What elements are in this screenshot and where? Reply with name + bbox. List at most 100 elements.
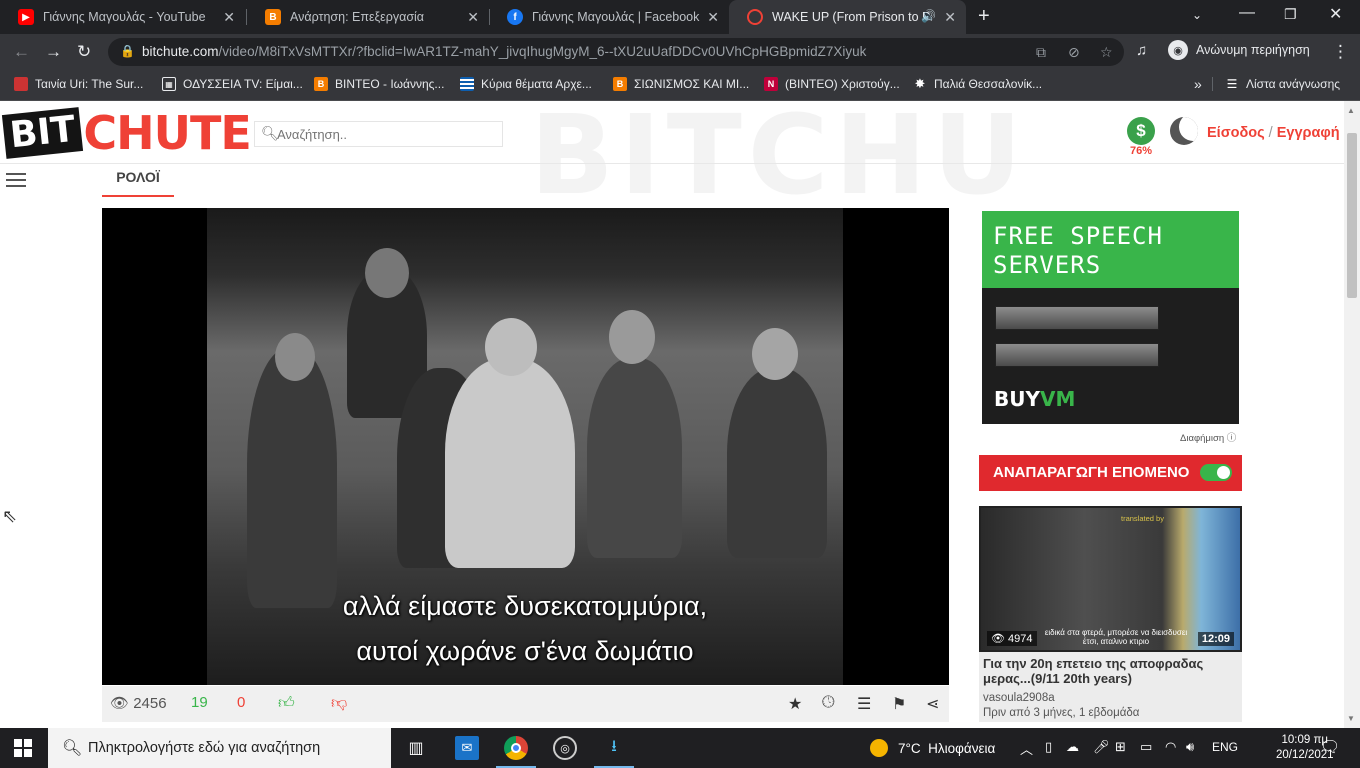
bookmark-item[interactable]: B ΒΙΝΤΕΟ - Ιωάννης... [314,77,444,91]
reload-icon[interactable]: ↻ [77,42,91,62]
bookmark-item[interactable]: B ΣΙΩΝΙΣΜΟΣ ΚΑΙ ΜΙ... [613,77,749,91]
tray-chevron-icon[interactable]: ︿ [1020,739,1033,758]
login-link[interactable]: Είσοδος [1207,125,1265,141]
more-bookmarks-icon[interactable]: » [1194,76,1202,92]
views-count: 2456 [133,695,167,712]
tab-youtube[interactable]: ▶ Γιάννης Μαγουλάς - YouTube ✕ [0,0,245,34]
search-input[interactable] [277,125,497,143]
notifications-icon[interactable]: 🗨︎ [1320,737,1340,757]
scroll-up-icon[interactable]: ▲ [1347,106,1355,115]
close-tab-icon[interactable]: ✕ [944,9,956,26]
related-video-title[interactable]: Για την 20η επετειο της αποφραδας μερας.… [983,656,1239,686]
windows-start-icon[interactable] [14,739,32,757]
bookmark-star-icon[interactable]: ☆ [1100,44,1113,61]
video-player[interactable]: αλλά είμαστε δυσεκατομμύρια, αυτοί χωράν… [102,208,949,685]
sun-icon [870,739,888,757]
browser-menu-icon[interactable]: ⋮ [1332,42,1349,62]
bookmark-label: Ταινία Uri: The Sur... [35,77,144,91]
new-tab-icon[interactable]: + [978,5,990,28]
language-indicator[interactable]: ENG [1212,740,1238,754]
reading-list-button[interactable]: ☰ Λίστα ανάγνωσης [1212,77,1340,91]
close-window-icon[interactable]: ✕ [1329,4,1342,24]
channel-tab[interactable]: ΡΟΛΟΪ [102,163,174,197]
video-subtitle-line-1: αλλά είμαστε δυσεκατομμύρια, [342,591,708,621]
address-bar[interactable]: 🔒 bitchute.com/video/M8iTxVsMTTXr/?fbcli… [108,38,1124,66]
bookmark-item[interactable]: Ταινία Uri: The Sur... [14,77,143,91]
related-video-thumbnail[interactable]: translated by ειδικά στα φτερά, μπορέσε … [979,506,1242,652]
favorite-star-icon[interactable]: ★ [788,694,802,714]
taskbar-search-placeholder: Πληκτρολογήστε εδώ για αναζήτηση [88,740,321,756]
ad-label-text: Διαφήμιση [1180,433,1225,444]
obs-icon[interactable]: ◎ [553,736,577,760]
download-app-icon[interactable]: ⭳ [602,736,626,760]
taskbar-search[interactable]: 🔍︎ Πληκτρολογήστε εδώ για αναζήτηση [48,728,391,768]
tracking-blocked-icon[interactable]: ⊘ [1068,44,1080,61]
thumbs-down-icon[interactable]: 👎︎ [331,694,347,713]
forward-icon[interactable]: → [45,42,62,62]
eye-icon: 👁︎ [991,633,1005,645]
donation-meter[interactable]: $ 76% [1126,117,1156,157]
auth-separator: / [1268,125,1273,141]
bookmark-item[interactable]: N (ΒΙΝΤΕΟ) Χριστούγ... [764,77,900,91]
video-figure [365,248,409,298]
chrome-icon[interactable] [504,736,528,760]
close-tab-icon[interactable]: ✕ [467,9,479,26]
bookmark-item[interactable]: ✸ Παλιά Θεσσαλονίκ... [913,76,1043,91]
register-link[interactable]: Εγγραφή [1277,125,1340,141]
report-flag-icon[interactable]: ⚑ [892,694,906,714]
close-tab-icon[interactable]: ✕ [223,9,235,26]
restore-icon[interactable]: ❐ [1284,6,1297,23]
tab-search-icon[interactable]: ⌄ [1192,8,1202,22]
thumbs-up-icon[interactable]: 👍︎ [278,694,295,713]
share-icon[interactable]: ⋖ [926,694,939,714]
scroll-down-icon[interactable]: ▼ [1347,714,1355,723]
video-figure [445,358,575,568]
bookmark-item[interactable]: Κύρια θέματα Αρχε... [460,77,592,91]
battery-icon[interactable]: ▭ [1140,739,1152,755]
task-view-icon[interactable]: ▥ [404,736,428,760]
related-views: 👁︎ 4974 [987,631,1037,646]
related-video-date: Πριν από 3 μήνες, 1 εβδομάδα [983,707,1140,719]
audio-playing-icon[interactable]: 🔊 [921,9,936,23]
close-tab-icon[interactable]: ✕ [707,9,719,26]
greek-flag-icon [460,77,474,91]
weather-widget[interactable]: 7°C Ηλιοφάνεια [870,739,995,757]
hamburger-menu-icon[interactable] [6,169,26,191]
minimize-icon[interactable]: — [1239,4,1255,22]
volume-icon[interactable]: 🔊︎ [1186,739,1194,755]
dislikes-count: 0 [237,694,246,711]
tab-facebook[interactable]: f Γιάννης Μαγουλάς | Facebook ✕ [489,0,729,34]
related-video-card[interactable]: translated by ειδικά στα φτερά, μπορέσε … [979,506,1242,722]
ad-label[interactable]: Διαφήμιση ⓘ [1180,430,1236,444]
back-icon[interactable]: ← [13,42,30,62]
playlist-icon[interactable]: ☰ [857,694,871,714]
scrollbar-thumb[interactable] [1347,133,1357,298]
onedrive-cloud-icon[interactable]: ☁ [1066,739,1079,755]
bitchute-logo[interactable]: BIT CHUTE [1,106,252,160]
phone-link-icon[interactable]: ▯ [1045,739,1052,755]
bitchute-icon [747,9,763,25]
related-video-author[interactable]: vasoula2908a [983,692,1055,704]
media-control-icon[interactable]: ♫ [1136,42,1147,59]
advertisement-banner[interactable]: FREE SPEECH SERVERS BUYVM [982,211,1239,424]
header-divider [0,163,1344,164]
watch-later-clock-icon[interactable]: 🕓︎ [822,694,835,712]
translate-icon[interactable]: ⧉ [1036,44,1046,61]
tab-title: WAKE UP (From Prison to Pa [772,10,932,24]
autoplay-toggle[interactable] [1200,464,1232,481]
windows-taskbar: 🔍︎ Πληκτρολογήστε εδώ για αναζήτηση ▥ ✉ … [0,728,1360,768]
tab-bitchute-active[interactable]: WAKE UP (From Prison to Pa 🔊 ✕ [729,0,966,34]
incognito-profile-button[interactable]: ◉ Ανώνυμη περιήγηση [1168,40,1310,60]
microphone-icon[interactable]: 🎤︎ [1093,739,1110,755]
thumbnail-caption: ειδικά στα φτερά, μπορέσε να διεισδυσει … [1044,628,1188,646]
mail-icon[interactable]: ✉ [455,736,479,760]
views-counter: 👁︎ 2456 [110,694,167,712]
server-rack-image [995,306,1159,330]
tab-blogger[interactable]: B Ανάρτηση: Επεξεργασία ✕ [247,0,489,34]
display-icon[interactable]: ⊞ [1115,739,1126,755]
bookmark-item[interactable]: ▦ ΟΔΥΣΣΕΙΑ TV: Είμαι... [162,77,303,91]
wifi-icon[interactable]: ◠ [1165,739,1176,755]
tab-title: Ανάρτηση: Επεξεργασία [290,10,425,24]
url-host: bitchute.com [142,44,219,59]
dark-mode-icon[interactable] [1170,117,1198,145]
